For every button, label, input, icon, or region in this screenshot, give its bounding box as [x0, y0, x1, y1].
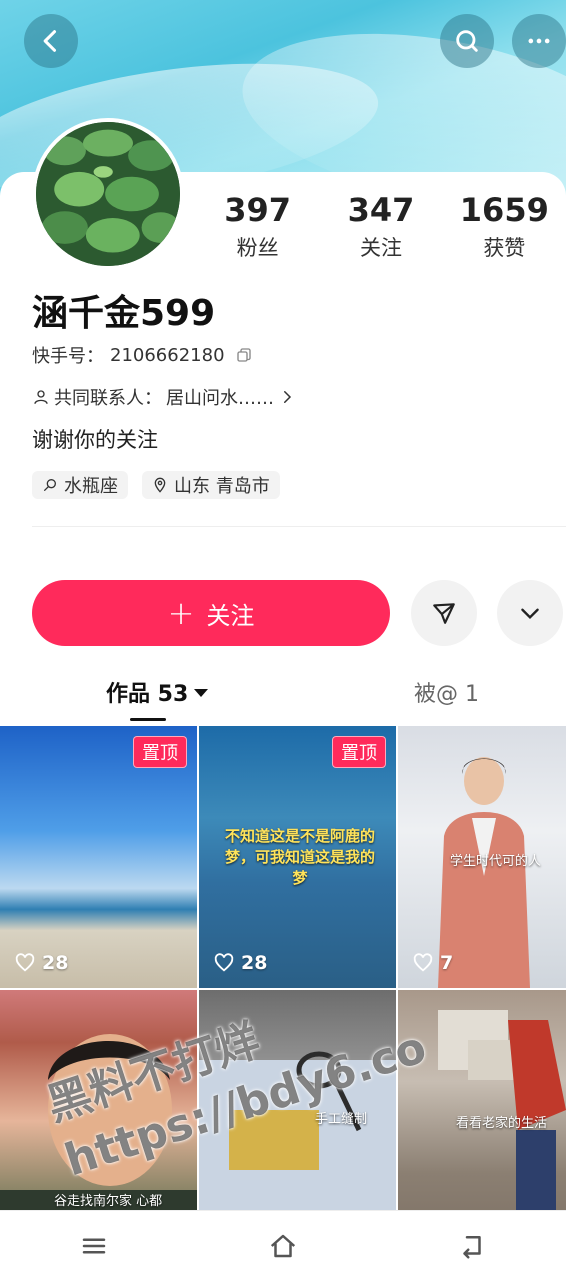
stat-label: 关注	[359, 236, 402, 260]
like-count: 7	[412, 952, 453, 974]
heart-icon	[15, 953, 35, 972]
tag-location[interactable]: 山东 青岛市	[142, 471, 280, 499]
mutual-contacts-label: 共同联系人：	[54, 388, 162, 409]
tab-works-label: 作品 53	[106, 682, 189, 707]
location-icon	[154, 477, 166, 493]
home-nav-button[interactable]	[253, 1216, 313, 1276]
home-icon	[270, 1234, 296, 1257]
back-icon	[462, 1235, 481, 1258]
tab-mentioned[interactable]: 被@ 1	[414, 676, 479, 708]
back-button[interactable]	[24, 14, 78, 68]
chevron-right-icon	[284, 391, 292, 403]
system-nav-bar	[0, 1210, 566, 1280]
caret-down-icon	[194, 689, 209, 697]
more-icon	[528, 38, 550, 44]
search-icon	[456, 30, 478, 52]
stat-label: 粉丝	[236, 236, 279, 260]
heart-icon	[413, 953, 433, 972]
tab-active-indicator	[130, 718, 166, 721]
tab-works[interactable]: 作品 53	[106, 676, 209, 708]
avatar-lotus-image	[36, 122, 180, 266]
video-thumbnail[interactable]: 学生时代可的人 7	[398, 726, 566, 988]
like-count: 28	[14, 952, 68, 974]
stat-value: 397	[224, 191, 292, 229]
chevron-left-icon	[43, 30, 57, 52]
like-count-value: 28	[42, 952, 69, 974]
search-icon	[44, 479, 56, 491]
stat-fans[interactable]: 397 粉丝	[196, 190, 319, 262]
stat-following[interactable]: 347 关注	[319, 190, 442, 262]
chevron-down-icon	[521, 608, 539, 620]
menu-nav-button[interactable]	[64, 1216, 124, 1276]
mutual-contacts-row[interactable]: 共同联系人： 居山问水……	[32, 384, 296, 410]
mutual-contacts-value: 居山问水……	[166, 388, 274, 409]
divider	[32, 526, 566, 527]
video-caption: 手工缝制	[315, 1112, 368, 1127]
person-icon	[34, 390, 48, 404]
stat-value: 1659	[459, 191, 549, 229]
like-count-value: 7	[440, 952, 454, 974]
stat-value: 347	[347, 191, 415, 229]
heart-icon	[214, 953, 234, 972]
video-caption: 学生时代可的人	[450, 854, 542, 869]
plus-icon: +	[167, 594, 195, 632]
tag-zodiac[interactable]: 水瓶座	[32, 471, 128, 499]
video-caption: 不知道这是不是阿鹿的梦，可我知道这是我的梦	[225, 827, 376, 887]
copy-icon[interactable]	[235, 346, 253, 364]
profile-tags: 水瓶座 山东 青岛市	[32, 471, 280, 499]
content-tabs: 作品 53 被@ 1	[0, 676, 566, 724]
kuaishou-id-label: 快手号：	[32, 346, 104, 367]
menu-icon	[83, 1238, 106, 1253]
more-button[interactable]	[512, 14, 566, 68]
video-caption: 看看老家的生活	[456, 1116, 548, 1131]
share-button[interactable]	[411, 580, 477, 646]
kuaishou-id-row: 快手号： 2106662180	[32, 342, 253, 368]
stat-likes[interactable]: 1659 获赞	[443, 190, 566, 262]
send-icon	[433, 603, 455, 624]
like-count-value: 28	[241, 952, 268, 974]
follow-button[interactable]: + 关注	[32, 580, 390, 646]
tag-label: 水瓶座	[64, 476, 118, 497]
search-button[interactable]	[440, 14, 494, 68]
pinned-badge: 置顶	[332, 736, 386, 768]
kuaishou-id-value: 2106662180	[110, 344, 225, 366]
profile-bio: 谢谢你的关注	[32, 428, 158, 452]
like-count: 28	[213, 952, 267, 974]
back-nav-button[interactable]	[442, 1216, 502, 1276]
pinned-badge: 置顶	[133, 736, 187, 768]
profile-name: 涵千金599	[32, 293, 216, 334]
video-thumbnail[interactable]: 置顶 28	[0, 726, 197, 988]
video-grid: 置顶 28 置顶 不知道这是不是阿鹿的梦，可我知道这是我的梦 28 学生时代可的…	[0, 726, 566, 1252]
stat-label: 获赞	[483, 236, 526, 260]
follow-label: 关注	[206, 601, 255, 630]
video-thumbnail[interactable]: 置顶 不知道这是不是阿鹿的梦，可我知道这是我的梦 28	[199, 726, 396, 988]
tag-label: 山东 青岛市	[174, 476, 270, 497]
profile-stats: 397 粉丝 347 关注 1659 获赞	[196, 190, 566, 262]
more-options-button[interactable]	[497, 580, 563, 646]
avatar[interactable]	[32, 118, 184, 270]
